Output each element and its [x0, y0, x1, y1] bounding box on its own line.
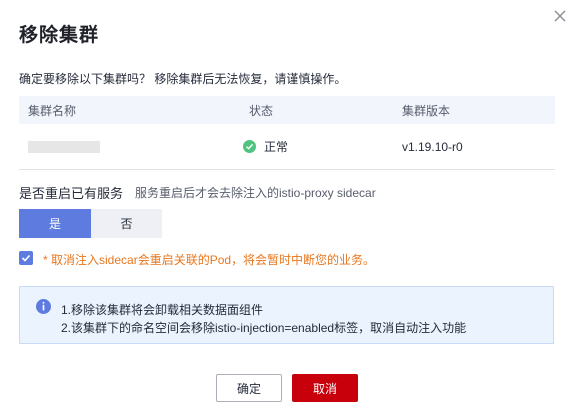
- acknowledge-checkbox[interactable]: [19, 251, 33, 265]
- info-notice: 1.移除该集群将会卸载相关数据面组件 2.该集群下的命名空间会移除istio-i…: [19, 286, 554, 344]
- divider: [19, 169, 555, 170]
- info-line-2: 2.该集群下的命名空间会移除istio-injection=enabled标签，…: [61, 321, 467, 335]
- cluster-version-cell: v1.19.10-r0: [402, 139, 463, 154]
- cancel-button[interactable]: 取消: [292, 374, 358, 402]
- header-cluster-version: 集群版本: [402, 103, 451, 118]
- status-cell: 正常: [243, 138, 395, 155]
- cluster-name-cell: [19, 140, 243, 153]
- restart-services-hint: 服务重启后才会去除注入的istio-proxy sidecar: [135, 186, 376, 200]
- remove-cluster-dialog: 移除集群 确定要移除以下集群吗？ 移除集群后无法恢复，请谨慎操作。 集群名称 状…: [0, 0, 577, 416]
- check-circle-icon: [243, 140, 256, 153]
- table-header: 集群名称 状态 集群版本: [19, 96, 555, 124]
- restart-no-option[interactable]: 否: [91, 209, 162, 238]
- masked-cluster-name: [28, 140, 100, 153]
- status-text: 正常: [264, 140, 289, 154]
- restart-services-label: 是否重启已有服务: [19, 186, 124, 201]
- header-cluster-name: 集群名称: [28, 103, 77, 118]
- info-icon: [36, 299, 51, 314]
- header-status: 状态: [249, 103, 274, 118]
- table-row: 正常 v1.19.10-r0: [19, 124, 555, 170]
- restart-toggle: 是 否: [19, 209, 162, 238]
- confirm-message: 确定要移除以下集群吗？ 移除集群后无法恢复，请谨慎操作。: [19, 72, 347, 86]
- restart-yes-option[interactable]: 是: [19, 209, 91, 238]
- warning-text: * 取消注入sidecar会重启关联的Pod，将会暂时中断您的业务。: [43, 253, 376, 267]
- info-line-1: 1.移除该集群将会卸载相关数据面组件: [61, 303, 264, 317]
- confirm-button[interactable]: 确定: [216, 374, 282, 402]
- close-icon[interactable]: [553, 9, 567, 23]
- dialog-title: 移除集群: [19, 25, 100, 46]
- cluster-table: 集群名称 状态 集群版本 正常 v1.19.10-r0: [19, 96, 555, 170]
- check-icon: [21, 254, 31, 262]
